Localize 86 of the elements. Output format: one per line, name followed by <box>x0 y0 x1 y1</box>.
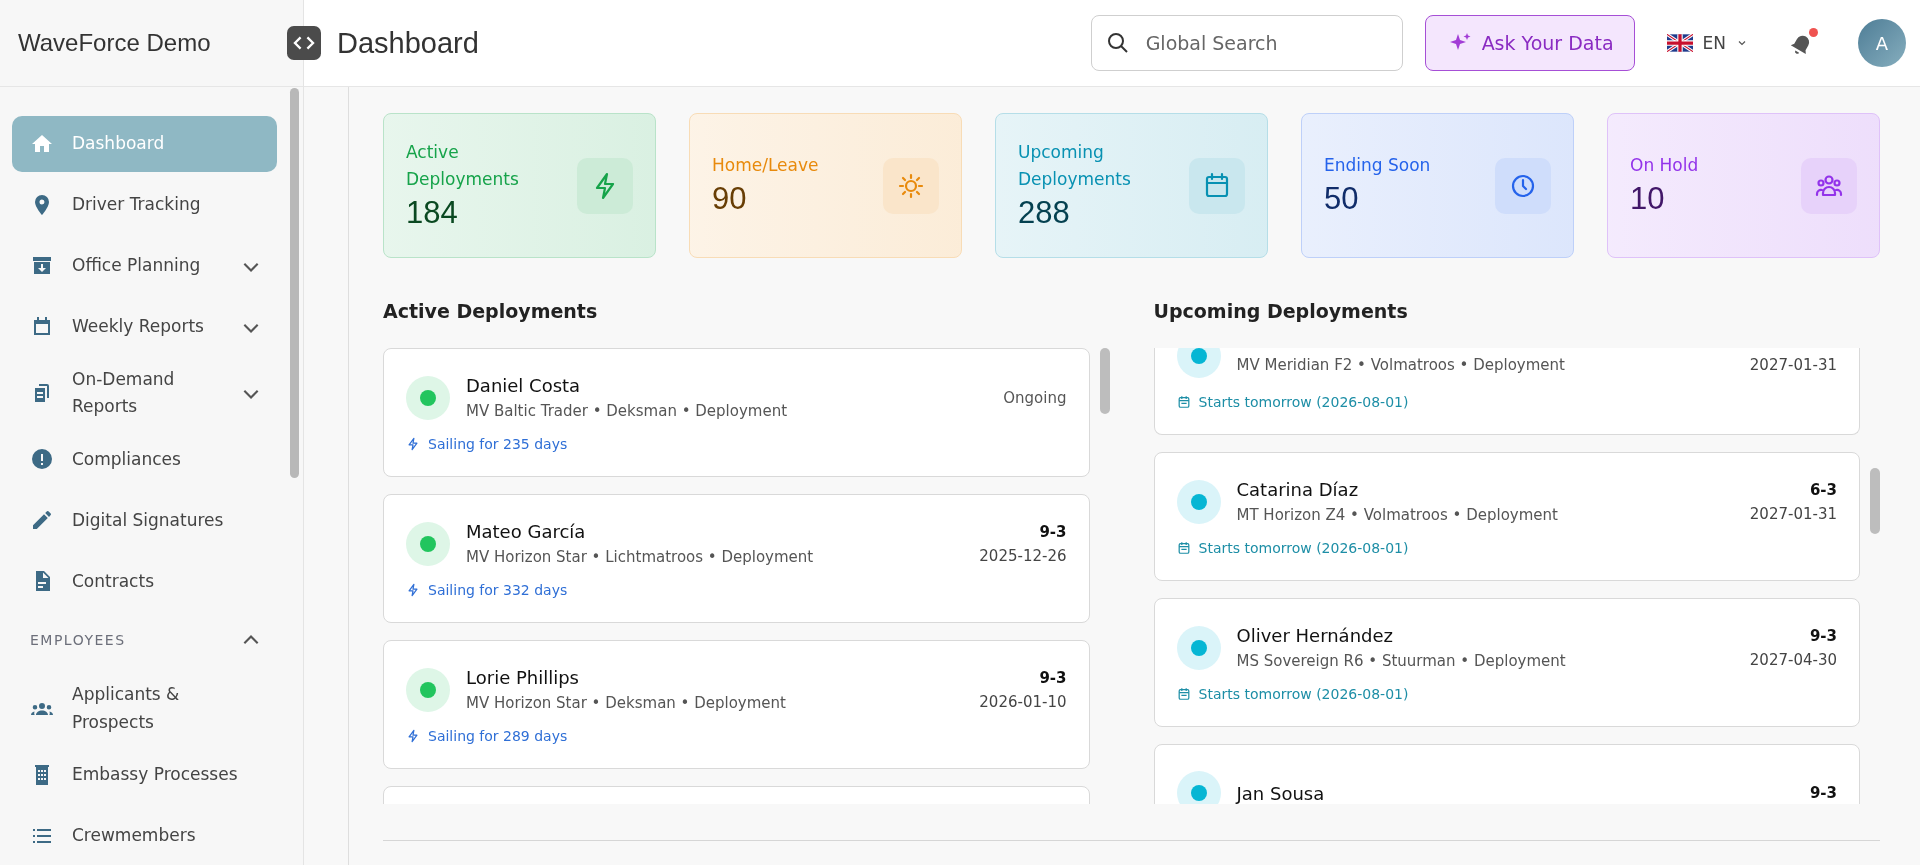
crew-name: Jan Sousa <box>1236 782 1326 804</box>
rotation-text: 9-3 <box>1809 626 1837 645</box>
deployment-card[interactable]: MV Meridian F2 • Volmatroos • Deployment 2027-01-31 Starts tomorrow (2026-08-01) <box>1153 348 1860 435</box>
footer-note: Sailing for 235 days <box>428 436 568 452</box>
calendar-icon <box>1189 157 1245 214</box>
vessel-info: MV Baltic Trader • Deksman • Deployment <box>466 402 789 420</box>
vessel-info: MV Meridian F2 • Volmatroos • Deployment <box>1236 356 1566 374</box>
flag-icon <box>1666 34 1693 52</box>
footer-note: Sailing for 332 days <box>428 582 568 598</box>
bolt-icon <box>406 583 420 597</box>
end-date: 2027-04-30 <box>1749 650 1837 669</box>
deployment-card[interactable]: Catarina Díaz MT Horizon Z4 • Volmatroos • Deployment 6-3 2027-01-31 Starts tomorrow (2026-08-01) <box>1153 452 1860 581</box>
sidebar-item[interactable]: Digital Signatures <box>12 492 277 549</box>
sidebar-item[interactable]: Weekly Reports <box>12 299 277 355</box>
sidebar-item[interactable]: Office Planning <box>12 238 277 294</box>
footer-note: Sailing for 289 days <box>428 728 568 744</box>
clock-icon <box>1495 157 1551 214</box>
end-date: 2027-01-31 <box>1749 504 1837 523</box>
chevron-icon <box>243 634 259 646</box>
deployment-card[interactable]: Daniel Costa MV Baltic Trader • Deksman • Deployment Ongoing Sailing for 235 days <box>383 348 1090 477</box>
rotation-text: 9-3 <box>1809 784 1837 802</box>
section-title: Active Deployments <box>383 299 599 324</box>
vessel-info: MV Horizon Star • Deksman • Deployment <box>466 694 787 712</box>
crew-name: Daniel Costa <box>466 375 582 396</box>
sidebar-item[interactable]: Contracts <box>12 553 277 610</box>
sidebar-item[interactable]: Embassy Processes <box>12 746 277 803</box>
chevron-icon <box>243 321 259 333</box>
chevron-icon <box>243 387 259 399</box>
stat-value: 184 <box>406 193 459 232</box>
end-date: 2025-12-26 <box>979 546 1067 565</box>
footer-note: Starts tomorrow (2026-08-01) <box>1198 540 1409 556</box>
crew-name: Mateo García <box>466 521 587 542</box>
vessel-info: MV Horizon Star • Lichtmatroos • Deployment <box>466 548 815 566</box>
deployment-card[interactable]: Jan Sousa 9-3 <box>1153 744 1860 804</box>
search-icon <box>1105 31 1130 55</box>
sidebar-item[interactable]: Driver Tracking <box>12 177 277 233</box>
scrollbar-thumb[interactable] <box>1870 468 1880 534</box>
deployment-card[interactable]: Lorie Phillips MV Horizon Star • Deksman • Deployment 9-3 2026-01-10 Sailing for 289 days <box>383 640 1090 769</box>
page-title: Dashboard <box>337 26 480 60</box>
stat-label: On Hold <box>1630 154 1699 177</box>
sun-icon <box>883 157 939 214</box>
stat-label: Upcoming Deployments <box>1018 140 1132 191</box>
app-logo-text: WaveForce Demo <box>18 29 211 57</box>
sidebar-item[interactable]: Crewmembers <box>12 807 277 864</box>
vessel-info: MS Sovereign R6 • Stuurman • Deployment <box>1236 652 1567 670</box>
people-icon <box>1801 157 1857 214</box>
stat-value: 10 <box>1630 180 1666 218</box>
stat-label: Active Deployments <box>406 140 520 191</box>
calendar-icon <box>1176 541 1191 555</box>
stat-label: Ending Soon <box>1324 154 1431 177</box>
deployment-card[interactable]: Oliver Hernández MS Sovereign R6 • Stuurman • Deployment 9-3 2027-04-30 Starts tomorrow (2026-08-01) <box>1153 598 1860 727</box>
language-selector[interactable]: EN <box>1666 33 1748 53</box>
rotation-text: 9-3 <box>1039 522 1067 541</box>
nav-icon <box>30 447 54 472</box>
sidebar-item[interactable]: On-Demand Reports <box>12 360 277 427</box>
search-field[interactable]: Global Search <box>1090 15 1403 71</box>
end-date: 2027-01-31 <box>1749 356 1837 374</box>
crew-name: Oliver Hernández <box>1236 625 1394 646</box>
crew-name: Lorie Phillips <box>466 667 580 688</box>
bolt-icon <box>406 437 420 451</box>
stat-value: 90 <box>712 180 748 218</box>
stat-label: Home/Leave <box>712 154 819 177</box>
vessel-info: MT Horizon Z4 • Volmatroos • Deployment <box>1236 506 1559 524</box>
sidebar-item[interactable]: Applicants & Prospects <box>12 675 277 742</box>
calendar-icon <box>1176 395 1191 409</box>
section-title: Upcoming Deployments <box>1153 299 1409 324</box>
stat-value: 288 <box>1018 193 1071 232</box>
code-icon[interactable] <box>287 26 321 60</box>
crew-name: Catarina Díaz <box>1236 479 1360 500</box>
sidebar-item[interactable]: Compliances <box>12 431 277 488</box>
bolt-icon <box>577 157 633 214</box>
footer-note: Starts tomorrow (2026-08-01) <box>1198 686 1409 702</box>
end-date: 2026-01-10 <box>979 692 1067 711</box>
stat-value: 50 <box>1324 180 1360 218</box>
status-text: Ongoing <box>1003 388 1067 407</box>
rotation-text: 6-3 <box>1809 480 1837 499</box>
rotation-text: 9-3 <box>1039 668 1067 687</box>
chevron-icon <box>243 260 259 272</box>
section-header[interactable]: EMPLOYEES <box>12 614 277 671</box>
footer-note: Starts tomorrow (2026-08-01) <box>1198 394 1409 410</box>
scrollbar-thumb[interactable] <box>290 88 299 478</box>
deployment-card[interactable]: Mateo García MV Horizon Star • Lichtmatroos • Deployment 9-3 2025-12-26 Sailing for 332 days <box>383 494 1090 623</box>
calendar-icon <box>1176 687 1191 701</box>
bolt-icon <box>406 729 420 743</box>
scrollbar-thumb[interactable] <box>1099 348 1110 414</box>
ask-data-button[interactable]: Ask Your Data <box>1424 15 1635 71</box>
